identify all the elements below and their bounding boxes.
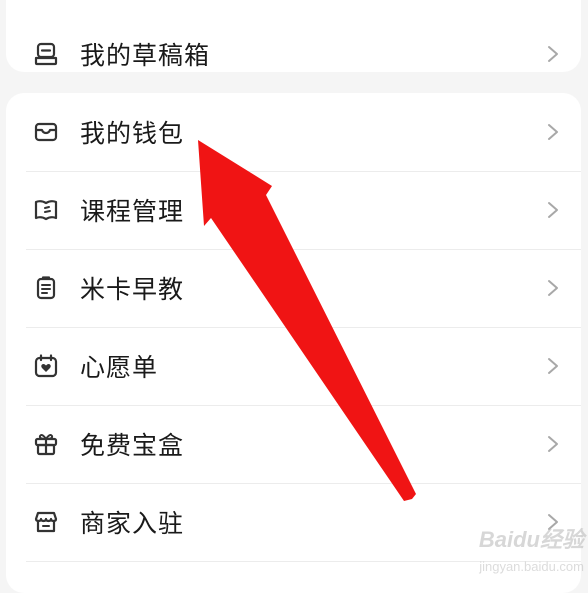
menu-item-label: 免费宝盒 <box>80 431 185 460</box>
chevron-right-icon <box>546 278 560 298</box>
store-icon <box>33 509 59 535</box>
chevron-right-icon <box>546 434 560 454</box>
chevron-right-icon <box>546 200 560 220</box>
course-book-icon <box>33 197 59 223</box>
menu-item-label: 我的钱包 <box>80 119 185 148</box>
menu-item-wallet[interactable]: 我的钱包 <box>6 93 581 171</box>
chevron-right-icon <box>546 512 560 532</box>
menu-item-wishlist[interactable]: 心愿单 <box>6 327 581 405</box>
wallet-icon <box>33 119 59 145</box>
menu-item-merchant-onboarding[interactable]: 商家入驻 <box>6 483 581 561</box>
drafts-icon <box>33 41 59 67</box>
menu-item-mika-early-education[interactable]: 米卡早教 <box>6 249 581 327</box>
menu-item-label: 商家入驻 <box>80 509 185 538</box>
chevron-right-icon <box>546 44 560 64</box>
menu-card-top: 我的草稿箱 <box>6 0 581 72</box>
gift-box-icon <box>33 431 59 457</box>
divider <box>26 561 581 562</box>
menu-item-drafts[interactable]: 我的草稿箱 <box>6 15 581 93</box>
menu-item-free-treasure-box[interactable]: 免费宝盒 <box>6 405 581 483</box>
menu-item-label: 米卡早教 <box>80 275 185 304</box>
menu-item-label: 心愿单 <box>80 353 159 382</box>
heart-calendar-icon <box>33 353 59 379</box>
clipboard-icon <box>33 275 59 301</box>
menu-item-course-management[interactable]: 课程管理 <box>6 171 581 249</box>
menu-item-label: 我的草稿箱 <box>80 41 211 70</box>
chevron-right-icon <box>546 122 560 142</box>
chevron-right-icon <box>546 356 560 376</box>
menu-card-main: 我的钱包 课程管理 米卡早教 心愿单 免费宝盒 商家入驻 <box>6 93 581 593</box>
menu-item-label: 课程管理 <box>80 197 185 226</box>
